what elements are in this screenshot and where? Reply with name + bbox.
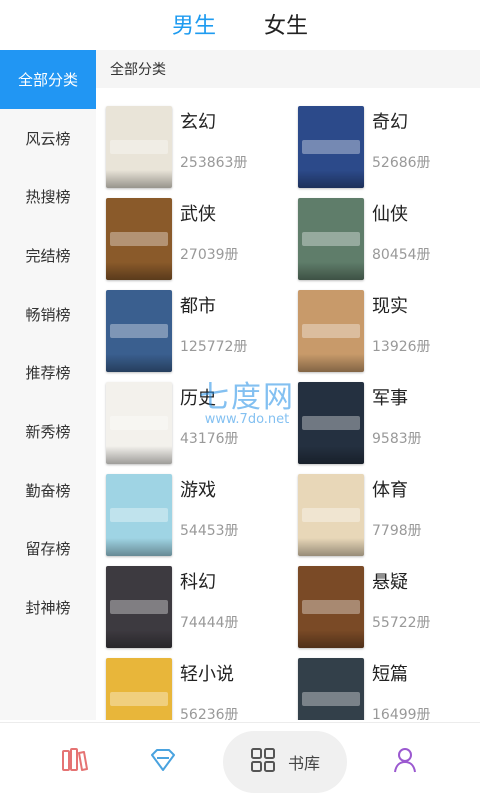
book-cover-image bbox=[298, 290, 364, 372]
tab-male[interactable]: 男生 bbox=[168, 8, 220, 40]
nav-me[interactable] bbox=[370, 723, 440, 800]
category-book-count: 74444册 bbox=[180, 615, 239, 631]
category-name: 悬疑 bbox=[372, 572, 408, 593]
category-name: 游戏 bbox=[180, 480, 216, 501]
category-panel: 全部分类 玄幻 253863册 奇幻 52686册武侠 27039册 仙侠 80454册都市… bbox=[96, 50, 480, 720]
category-book-count: 56236册 bbox=[180, 707, 239, 720]
sidebar-item-hot-search[interactable]: 热搜榜 bbox=[0, 167, 96, 226]
category-name: 都市 bbox=[180, 296, 216, 317]
nav-library[interactable]: 书库 bbox=[222, 723, 348, 800]
book-cover-image bbox=[298, 658, 364, 720]
bottom-nav: 书库 bbox=[0, 722, 480, 800]
sidebar-item-completed[interactable]: 完结榜 bbox=[0, 226, 96, 285]
book-cover-image bbox=[298, 566, 364, 648]
user-icon bbox=[391, 746, 419, 778]
sidebar-item-bestseller[interactable]: 畅销榜 bbox=[0, 285, 96, 344]
category-item[interactable]: 武侠 27039册 bbox=[96, 198, 288, 290]
sidebar: 全部分类 风云榜 热搜榜 完结榜 畅销榜 推荐榜 新秀榜 勤奋榜 留存榜 封神榜 bbox=[0, 50, 96, 720]
nav-library-label: 书库 bbox=[287, 754, 320, 773]
book-cover-image bbox=[298, 198, 364, 280]
book-cover-image bbox=[106, 474, 172, 556]
category-item[interactable]: 都市 125772册 bbox=[96, 290, 288, 382]
gender-tabs: 男生 女生 bbox=[0, 0, 480, 48]
book-cover-image bbox=[106, 198, 172, 280]
books-icon bbox=[60, 747, 90, 777]
nav-discover[interactable] bbox=[128, 723, 198, 800]
book-cover-image bbox=[106, 106, 172, 188]
sidebar-item-recommended[interactable]: 推荐榜 bbox=[0, 343, 96, 402]
category-name: 短篇 bbox=[372, 664, 408, 685]
app: 男生 女生 全部分类 风云榜 热搜榜 完结榜 畅销榜 推荐榜 新秀榜 勤奋榜 留… bbox=[0, 0, 480, 800]
category-name: 体育 bbox=[372, 480, 408, 501]
category-grid: 玄幻 253863册 奇幻 52686册武侠 27039册 仙侠 80454册都市 12577… bbox=[96, 88, 480, 720]
book-cover-image bbox=[106, 290, 172, 372]
book-cover-image bbox=[298, 474, 364, 556]
category-book-count: 253863册 bbox=[180, 155, 248, 171]
category-book-count: 52686册 bbox=[372, 155, 431, 171]
book-cover-image bbox=[298, 382, 364, 464]
category-name: 历史 bbox=[180, 388, 216, 409]
category-item[interactable]: 轻小说 56236册 bbox=[96, 658, 288, 720]
nav-bookshelf[interactable] bbox=[40, 723, 110, 800]
book-cover-image bbox=[298, 106, 364, 188]
category-book-count: 80454册 bbox=[372, 247, 431, 263]
category-item[interactable]: 奇幻 52686册 bbox=[288, 106, 480, 198]
category-name: 现实 bbox=[372, 296, 408, 317]
category-name: 武侠 bbox=[180, 204, 216, 225]
category-book-count: 55722册 bbox=[372, 615, 431, 631]
category-item[interactable]: 玄幻 253863册 bbox=[96, 106, 288, 198]
category-item[interactable]: 科幻 74444册 bbox=[96, 566, 288, 658]
sidebar-item-hall-of-fame[interactable]: 封神榜 bbox=[0, 578, 96, 637]
diamond-icon bbox=[148, 747, 178, 777]
sidebar-item-diligent[interactable]: 勤奋榜 bbox=[0, 461, 96, 520]
sidebar-item-rising[interactable]: 新秀榜 bbox=[0, 402, 96, 461]
book-cover-image bbox=[106, 382, 172, 464]
category-book-count: 27039册 bbox=[180, 247, 239, 263]
section-title: 全部分类 bbox=[96, 50, 480, 88]
category-book-count: 54453册 bbox=[180, 523, 239, 539]
tab-female[interactable]: 女生 bbox=[260, 8, 312, 40]
category-item[interactable]: 体育 7798册 bbox=[288, 474, 480, 566]
category-name: 奇幻 bbox=[372, 112, 408, 133]
category-book-count: 7798册 bbox=[372, 523, 422, 539]
sidebar-item-all-categories[interactable]: 全部分类 bbox=[0, 50, 96, 109]
book-cover-image bbox=[106, 566, 172, 648]
category-item[interactable]: 现实 13926册 bbox=[288, 290, 480, 382]
nav-library-pill: 书库 bbox=[223, 731, 347, 793]
sidebar-item-retention[interactable]: 留存榜 bbox=[0, 520, 96, 579]
category-book-count: 16499册 bbox=[372, 707, 431, 720]
category-item[interactable]: 军事 9583册 bbox=[288, 382, 480, 474]
book-cover-image bbox=[106, 658, 172, 720]
category-name: 仙侠 bbox=[372, 204, 408, 225]
category-name: 军事 bbox=[372, 388, 408, 409]
category-name: 玄幻 bbox=[180, 112, 216, 133]
category-name: 轻小说 bbox=[180, 664, 234, 685]
sidebar-item-fengyun[interactable]: 风云榜 bbox=[0, 109, 96, 168]
category-book-count: 125772册 bbox=[180, 339, 248, 355]
category-book-count: 43176册 bbox=[180, 431, 239, 447]
category-name: 科幻 bbox=[180, 572, 216, 593]
category-book-count: 9583册 bbox=[372, 431, 422, 447]
category-item[interactable]: 游戏 54453册 bbox=[96, 474, 288, 566]
grid-icon bbox=[250, 747, 276, 777]
category-item[interactable]: 仙侠 80454册 bbox=[288, 198, 480, 290]
category-item[interactable]: 短篇 16499册 bbox=[288, 658, 480, 720]
category-book-count: 13926册 bbox=[372, 339, 431, 355]
category-item[interactable]: 历史 43176册 bbox=[96, 382, 288, 474]
category-item[interactable]: 悬疑 55722册 bbox=[288, 566, 480, 658]
